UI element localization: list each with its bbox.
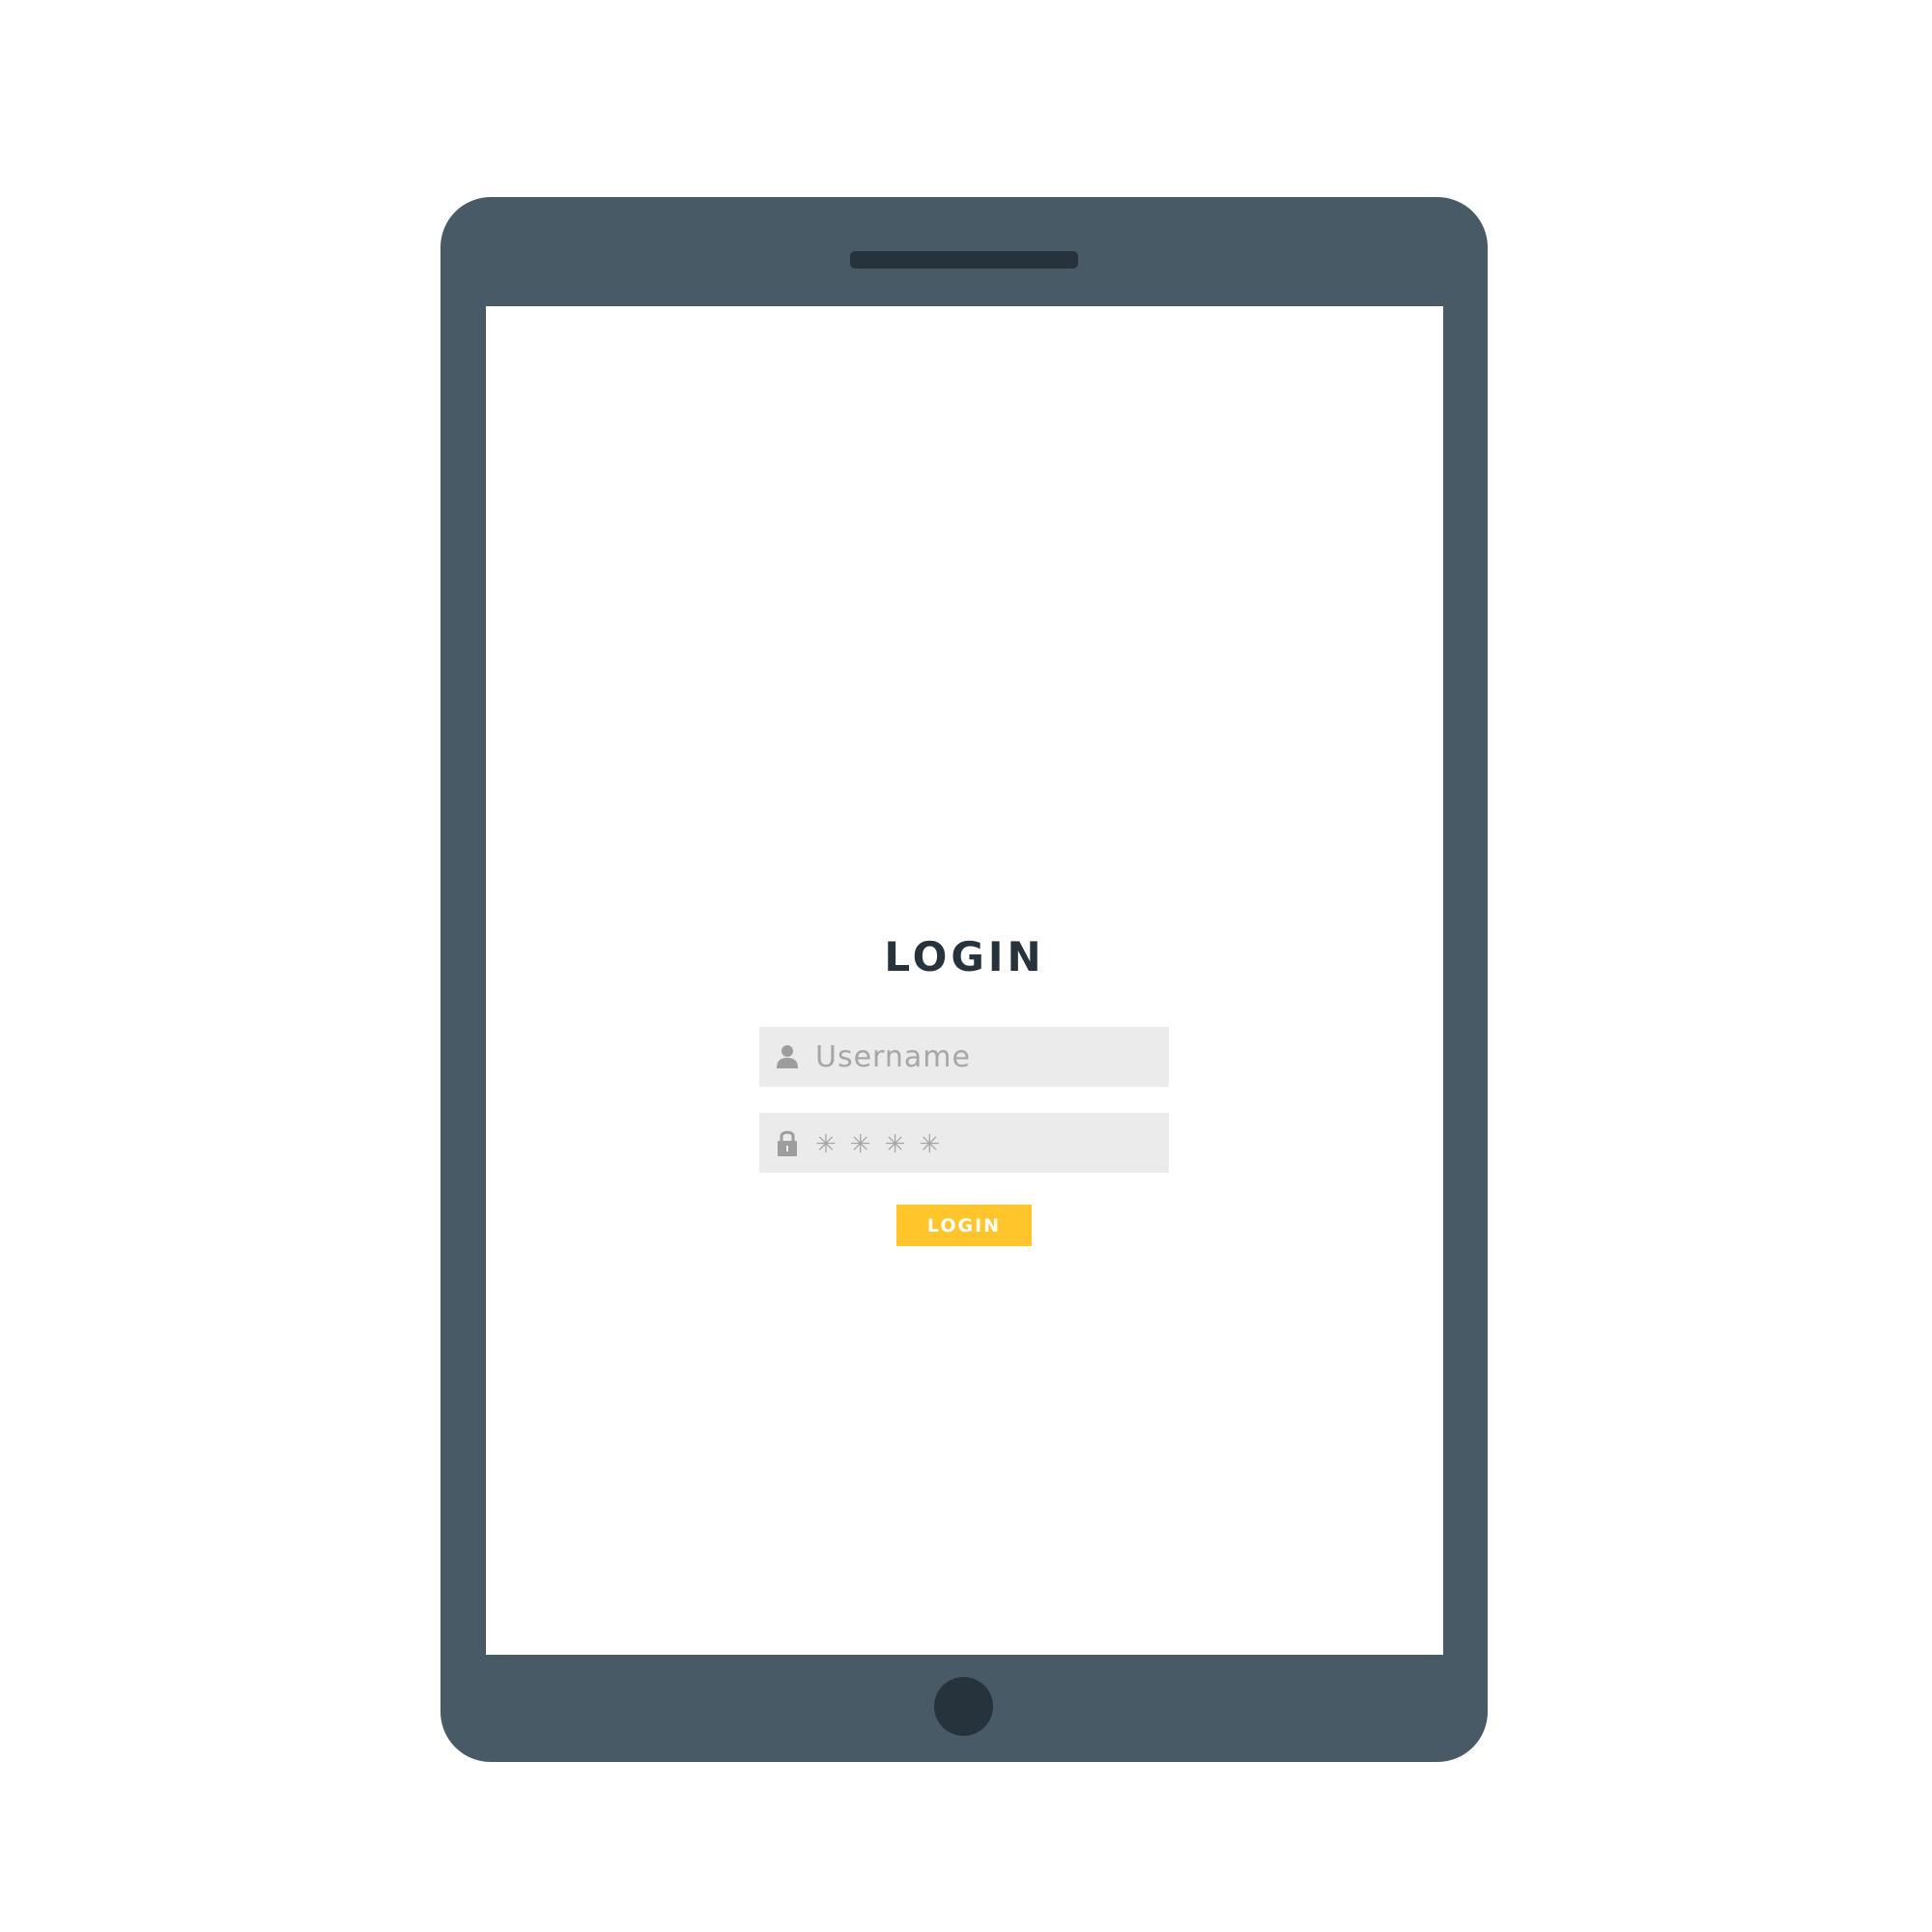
stage: LOGIN Username ✳✳✳✳ LOGIN xyxy=(0,0,1932,1932)
page-title: LOGIN xyxy=(884,933,1045,980)
login-button[interactable]: LOGIN xyxy=(896,1205,1032,1246)
home-button[interactable] xyxy=(934,1677,993,1736)
tablet-screen: LOGIN Username ✳✳✳✳ LOGIN xyxy=(486,306,1443,1655)
username-placeholder: Username xyxy=(815,1039,971,1074)
tablet-device: LOGIN Username ✳✳✳✳ LOGIN xyxy=(440,197,1488,1762)
password-field[interactable]: ✳✳✳✳ xyxy=(759,1113,1169,1173)
lock-icon xyxy=(759,1113,815,1173)
user-icon xyxy=(759,1027,815,1087)
username-field[interactable]: Username xyxy=(759,1027,1169,1087)
speaker-grille xyxy=(850,251,1078,269)
password-mask: ✳✳✳✳ xyxy=(815,1130,954,1159)
